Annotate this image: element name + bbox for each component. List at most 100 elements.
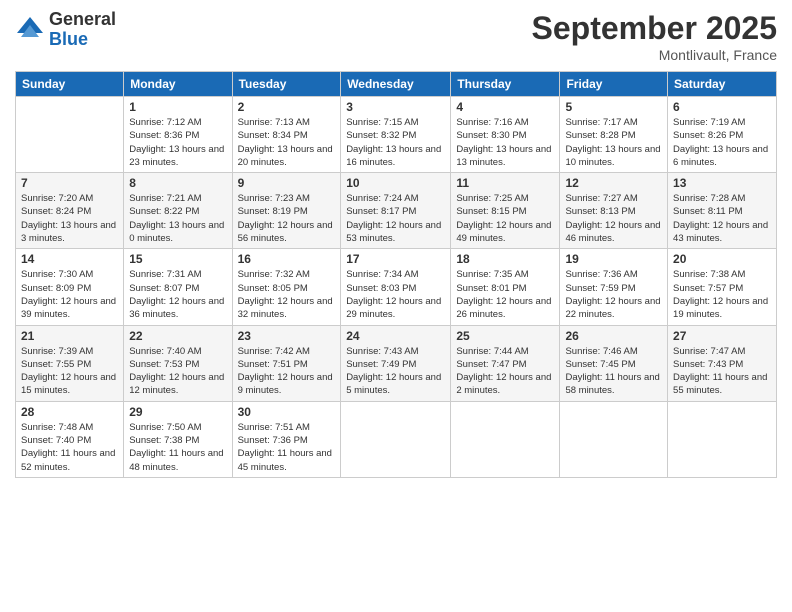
day-info: Sunrise: 7:20 AMSunset: 8:24 PMDaylight:… bbox=[21, 192, 118, 245]
day-number: 21 bbox=[21, 329, 118, 343]
page: General Blue September 2025 Montlivault,… bbox=[0, 0, 792, 612]
calendar-cell: 19Sunrise: 7:36 AMSunset: 7:59 PMDayligh… bbox=[560, 249, 668, 325]
calendar-cell: 15Sunrise: 7:31 AMSunset: 8:07 PMDayligh… bbox=[124, 249, 232, 325]
day-number: 17 bbox=[346, 252, 445, 266]
day-number: 22 bbox=[129, 329, 226, 343]
day-number: 26 bbox=[565, 329, 662, 343]
calendar-cell: 20 Sunrise: 7:38 AMSunset: 7:57 PMDayligh… bbox=[668, 249, 777, 325]
day-number: 29 bbox=[129, 405, 226, 419]
calendar-header-row: SundayMondayTuesdayWednesdayThursdayFrid… bbox=[16, 72, 777, 97]
calendar-cell: 16Sunrise: 7:32 AMSunset: 8:05 PMDayligh… bbox=[232, 249, 341, 325]
calendar-cell: 17 Sunrise: 7:34 AMSunset: 8:03 PMDayligh… bbox=[341, 249, 451, 325]
day-info: Sunrise: 7:43 AMSunset: 7:49 PMDaylight:… bbox=[346, 345, 445, 398]
day-number: 16 bbox=[238, 252, 336, 266]
month-title: September 2025 bbox=[532, 10, 777, 47]
day-number: 28 bbox=[21, 405, 118, 419]
day-info: Sunrise: 7:40 AMSunset: 7:53 PMDaylight:… bbox=[129, 345, 226, 398]
day-info: Sunrise: 7:42 AMSunset: 7:51 PMDaylight:… bbox=[238, 345, 336, 398]
calendar-cell: 23Sunrise: 7:42 AMSunset: 7:51 PMDayligh… bbox=[232, 325, 341, 401]
day-info: Sunrise: 7:21 AMSunset: 8:22 PMDaylight:… bbox=[129, 192, 226, 245]
calendar-cell: 25 Sunrise: 7:44 AMSunset: 7:47 PMDayligh… bbox=[451, 325, 560, 401]
day-info: Sunrise: 7:47 AMSunset: 7:43 PMDaylight:… bbox=[673, 345, 771, 398]
day-number: 2 bbox=[238, 100, 336, 114]
day-info: Sunrise: 7:24 AMSunset: 8:17 PMDaylight:… bbox=[346, 192, 445, 245]
day-info: Sunrise: 7:50 AMSunset: 7:38 PMDaylight:… bbox=[129, 421, 226, 474]
day-number: 3 bbox=[346, 100, 445, 114]
calendar-cell: 30 Sunrise: 7:51 AMSunset: 7:36 PMDayligh… bbox=[232, 401, 341, 477]
calendar-cell: 1 Sunrise: 7:12 AMSunset: 8:36 PMDaylight… bbox=[124, 97, 232, 173]
day-number: 10 bbox=[346, 176, 445, 190]
day-header-friday: Friday bbox=[560, 72, 668, 97]
day-number: 4 bbox=[456, 100, 554, 114]
day-number: 13 bbox=[673, 176, 771, 190]
day-info: Sunrise: 7:28 AMSunset: 8:11 PMDaylight:… bbox=[673, 192, 771, 245]
calendar-cell: 9 Sunrise: 7:23 AMSunset: 8:19 PMDaylight… bbox=[232, 173, 341, 249]
day-info: Sunrise: 7:15 AMSunset: 8:32 PMDaylight:… bbox=[346, 116, 445, 169]
day-info: Sunrise: 7:13 AMSunset: 8:34 PMDaylight:… bbox=[238, 116, 336, 169]
calendar-week-4: 28 Sunrise: 7:48 AMSunset: 7:40 PMDayligh… bbox=[16, 401, 777, 477]
day-number: 6 bbox=[673, 100, 771, 114]
day-info: Sunrise: 7:27 AMSunset: 8:13 PMDaylight:… bbox=[565, 192, 662, 245]
day-number: 1 bbox=[129, 100, 226, 114]
calendar-cell: 4 Sunrise: 7:16 AMSunset: 8:30 PMDaylight… bbox=[451, 97, 560, 173]
day-info: Sunrise: 7:30 AMSunset: 8:09 PMDaylight:… bbox=[21, 268, 118, 321]
calendar-cell: 18 Sunrise: 7:35 AMSunset: 8:01 PMDayligh… bbox=[451, 249, 560, 325]
day-number: 5 bbox=[565, 100, 662, 114]
day-number: 18 bbox=[456, 252, 554, 266]
day-info: Sunrise: 7:16 AMSunset: 8:30 PMDaylight:… bbox=[456, 116, 554, 169]
calendar-cell: 22 Sunrise: 7:40 AMSunset: 7:53 PMDayligh… bbox=[124, 325, 232, 401]
day-header-wednesday: Wednesday bbox=[341, 72, 451, 97]
calendar-cell: 8 Sunrise: 7:21 AMSunset: 8:22 PMDaylight… bbox=[124, 173, 232, 249]
day-info: Sunrise: 7:51 AMSunset: 7:36 PMDaylight:… bbox=[238, 421, 336, 474]
day-number: 9 bbox=[238, 176, 336, 190]
calendar-table: SundayMondayTuesdayWednesdayThursdayFrid… bbox=[15, 71, 777, 478]
day-number: 7 bbox=[21, 176, 118, 190]
day-info: Sunrise: 7:23 AMSunset: 8:19 PMDaylight:… bbox=[238, 192, 336, 245]
calendar-cell: 6 Sunrise: 7:19 AMSunset: 8:26 PMDaylight… bbox=[668, 97, 777, 173]
calendar-cell: 11 Sunrise: 7:25 AMSunset: 8:15 PMDayligh… bbox=[451, 173, 560, 249]
subtitle: Montlivault, France bbox=[532, 47, 777, 63]
calendar-week-3: 21 Sunrise: 7:39 AMSunset: 7:55 PMDayligh… bbox=[16, 325, 777, 401]
day-info: Sunrise: 7:44 AMSunset: 7:47 PMDaylight:… bbox=[456, 345, 554, 398]
day-info: Sunrise: 7:35 AMSunset: 8:01 PMDaylight:… bbox=[456, 268, 554, 321]
day-number: 27 bbox=[673, 329, 771, 343]
day-info: Sunrise: 7:12 AMSunset: 8:36 PMDaylight:… bbox=[129, 116, 226, 169]
calendar-cell bbox=[341, 401, 451, 477]
calendar-cell: 28 Sunrise: 7:48 AMSunset: 7:40 PMDayligh… bbox=[16, 401, 124, 477]
day-info: Sunrise: 7:17 AMSunset: 8:28 PMDaylight:… bbox=[565, 116, 662, 169]
day-number: 14 bbox=[21, 252, 118, 266]
logo-general: General bbox=[49, 10, 116, 30]
day-info: Sunrise: 7:31 AMSunset: 8:07 PMDaylight:… bbox=[129, 268, 226, 321]
calendar-cell bbox=[668, 401, 777, 477]
calendar-cell: 10 Sunrise: 7:24 AMSunset: 8:17 PMDayligh… bbox=[341, 173, 451, 249]
calendar-cell: 7 Sunrise: 7:20 AMSunset: 8:24 PMDaylight… bbox=[16, 173, 124, 249]
calendar-cell: 26Sunrise: 7:46 AMSunset: 7:45 PMDayligh… bbox=[560, 325, 668, 401]
day-info: Sunrise: 7:25 AMSunset: 8:15 PMDaylight:… bbox=[456, 192, 554, 245]
calendar-week-1: 7 Sunrise: 7:20 AMSunset: 8:24 PMDaylight… bbox=[16, 173, 777, 249]
day-header-monday: Monday bbox=[124, 72, 232, 97]
day-info: Sunrise: 7:38 AMSunset: 7:57 PMDaylight:… bbox=[673, 268, 771, 321]
calendar-cell: 2 Sunrise: 7:13 AMSunset: 8:34 PMDaylight… bbox=[232, 97, 341, 173]
calendar-cell: 29 Sunrise: 7:50 AMSunset: 7:38 PMDayligh… bbox=[124, 401, 232, 477]
day-number: 11 bbox=[456, 176, 554, 190]
day-header-tuesday: Tuesday bbox=[232, 72, 341, 97]
calendar-cell: 12Sunrise: 7:27 AMSunset: 8:13 PMDayligh… bbox=[560, 173, 668, 249]
day-info: Sunrise: 7:34 AMSunset: 8:03 PMDaylight:… bbox=[346, 268, 445, 321]
day-header-thursday: Thursday bbox=[451, 72, 560, 97]
day-number: 25 bbox=[456, 329, 554, 343]
calendar-cell: 21 Sunrise: 7:39 AMSunset: 7:55 PMDayligh… bbox=[16, 325, 124, 401]
day-number: 24 bbox=[346, 329, 445, 343]
logo-icon bbox=[15, 15, 45, 45]
day-number: 20 bbox=[673, 252, 771, 266]
day-info: Sunrise: 7:39 AMSunset: 7:55 PMDaylight:… bbox=[21, 345, 118, 398]
day-info: Sunrise: 7:48 AMSunset: 7:40 PMDaylight:… bbox=[21, 421, 118, 474]
calendar-cell: 14 Sunrise: 7:30 AMSunset: 8:09 PMDayligh… bbox=[16, 249, 124, 325]
calendar-cell: 24 Sunrise: 7:43 AMSunset: 7:49 PMDayligh… bbox=[341, 325, 451, 401]
day-header-sunday: Sunday bbox=[16, 72, 124, 97]
day-header-saturday: Saturday bbox=[668, 72, 777, 97]
day-number: 30 bbox=[238, 405, 336, 419]
day-number: 8 bbox=[129, 176, 226, 190]
day-number: 19 bbox=[565, 252, 662, 266]
calendar-cell: 27 Sunrise: 7:47 AMSunset: 7:43 PMDayligh… bbox=[668, 325, 777, 401]
day-info: Sunrise: 7:19 AMSunset: 8:26 PMDaylight:… bbox=[673, 116, 771, 169]
